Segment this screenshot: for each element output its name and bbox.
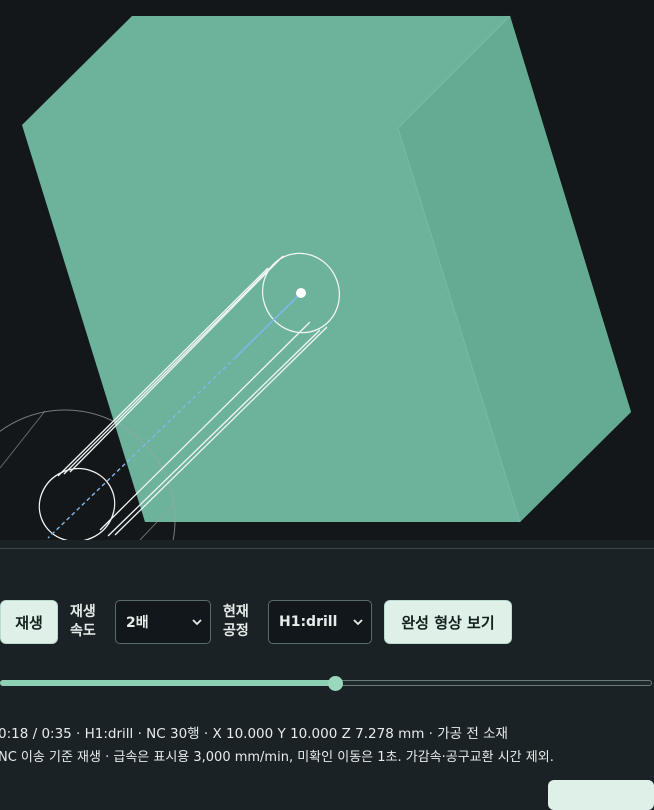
speed-select[interactable]: 2배 <box>115 600 211 644</box>
3d-viewport[interactable] <box>0 0 654 540</box>
spindle-line <box>0 410 46 469</box>
speed-label: 재생 속도 <box>70 604 96 639</box>
tool-tip-marker <box>296 288 306 298</box>
chevron-down-icon <box>353 619 363 626</box>
playback-note: NC 이송 기준 재생 · 급속은 표시용 3,000 mm/min, 미확인 … <box>0 750 554 765</box>
view-final-shape-button[interactable]: 완성 형상 보기 <box>384 600 512 644</box>
operation-select[interactable]: H1:drill <box>268 600 372 644</box>
operation-label: 현재 공정 <box>223 604 249 639</box>
timeline-slider[interactable] <box>0 676 654 692</box>
status-line: 0:18 / 0:35 · H1:drill · NC 30행 · X 10.0… <box>0 726 508 742</box>
play-button[interactable]: 재생 <box>0 600 58 644</box>
simulation-scene <box>0 15 631 540</box>
playback-controls: 재생 재생 속도 2배 현재 공정 H1:drill 완성 형상 보기 <box>0 600 654 644</box>
timeline-progress <box>0 680 335 686</box>
timeline-thumb[interactable] <box>328 676 343 691</box>
speed-select-value: 2배 <box>126 615 149 631</box>
chevron-down-icon <box>192 619 202 626</box>
corner-button[interactable] <box>548 780 654 810</box>
operation-select-value: H1:drill <box>279 614 338 630</box>
panel-divider <box>0 548 654 549</box>
